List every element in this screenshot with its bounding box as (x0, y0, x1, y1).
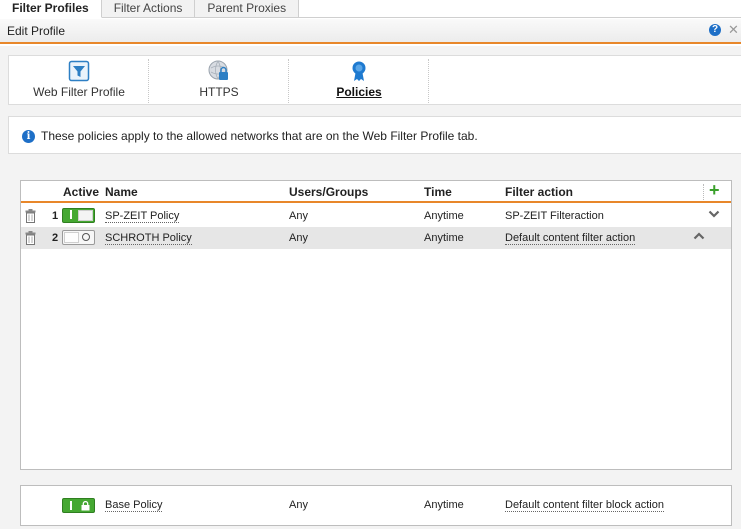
users-groups-value: Any (289, 499, 308, 511)
chevron-up-icon[interactable] (693, 231, 705, 241)
base-policy-toggle (62, 498, 95, 513)
toggle-off-mark (82, 233, 90, 241)
time-value: Anytime (424, 232, 464, 244)
filter-action-link[interactable]: Default content filter block action (505, 499, 664, 512)
subtab-label: HTTPS (199, 85, 239, 99)
toggle-knob (64, 232, 79, 243)
trash-icon[interactable] (25, 231, 36, 245)
policies-table: Active Name Users/Groups Time Filter act… (20, 180, 732, 470)
table-row[interactable]: 1 SP-ZEIT Policy Any Anytime SP-ZEIT Fil… (21, 205, 731, 227)
filter-action-value: SP-ZEIT Filteraction (505, 210, 604, 222)
toggle-on-mark (70, 210, 72, 219)
top-tab-bar: Filter Profiles Filter Actions Parent Pr… (0, 0, 741, 18)
users-groups-value: Any (289, 232, 308, 244)
active-toggle[interactable] (62, 230, 95, 245)
tab-filter-profiles[interactable]: Filter Profiles (0, 0, 102, 18)
profile-subtabs: Web Filter Profile HTTPS Policies (8, 55, 741, 105)
table-header: Active Name Users/Groups Time Filter act… (21, 180, 731, 203)
chevron-down-icon[interactable] (708, 209, 720, 219)
help-icon[interactable]: ? (709, 24, 721, 36)
subtab-https[interactable]: HTTPS (149, 56, 289, 104)
info-icon: i (22, 130, 35, 143)
subtab-divider (428, 59, 429, 103)
close-icon[interactable]: ✕ (728, 22, 739, 38)
add-policy-icon[interactable]: + (709, 180, 720, 201)
column-header-name[interactable]: Name (105, 185, 138, 199)
lock-icon (81, 501, 90, 511)
https-globe-lock-icon (208, 60, 228, 80)
policy-name-link[interactable]: SCHROTH Policy (105, 232, 192, 245)
users-groups-value: Any (289, 210, 308, 222)
time-value: Anytime (424, 499, 464, 511)
edit-profile-header: Edit Profile ? ✕ (0, 19, 741, 44)
toggle-on-mark (70, 501, 72, 510)
column-header-users[interactable]: Users/Groups (289, 185, 368, 199)
subtab-policies[interactable]: Policies (289, 56, 429, 104)
tab-filter-actions[interactable]: Filter Actions (101, 0, 196, 18)
toggle-knob (78, 210, 93, 221)
row-number: 1 (52, 210, 59, 222)
ribbon-badge-icon (352, 61, 366, 81)
active-toggle[interactable] (62, 208, 95, 223)
subtab-label: Web Filter Profile (33, 85, 125, 99)
trash-icon[interactable] (25, 209, 36, 223)
base-policy-row: Base Policy Any Anytime Default content … (20, 485, 732, 526)
header-divider (703, 184, 704, 200)
info-text: These policies apply to the allowed netw… (41, 129, 478, 143)
info-banner: i These policies apply to the allowed ne… (8, 116, 741, 154)
subtab-web-filter-profile[interactable]: Web Filter Profile (9, 56, 149, 104)
column-header-time[interactable]: Time (424, 185, 452, 199)
column-header-filter-action[interactable]: Filter action (505, 185, 573, 199)
column-header-active[interactable]: Active (63, 185, 99, 199)
filter-action-link[interactable]: Default content filter action (505, 232, 636, 245)
tab-parent-proxies[interactable]: Parent Proxies (195, 0, 300, 18)
base-policy-name-link[interactable]: Base Policy (105, 499, 163, 512)
policy-name-link[interactable]: SP-ZEIT Policy (105, 210, 180, 223)
page-title: Edit Profile (7, 24, 66, 38)
filter-icon (68, 60, 90, 82)
subtab-label: Policies (336, 85, 382, 99)
time-value: Anytime (424, 210, 464, 222)
tab-bar-spacer (299, 0, 741, 18)
row-number: 2 (52, 232, 59, 244)
table-row[interactable]: 2 SCHROTH Policy Any Anytime Default con… (21, 227, 731, 249)
